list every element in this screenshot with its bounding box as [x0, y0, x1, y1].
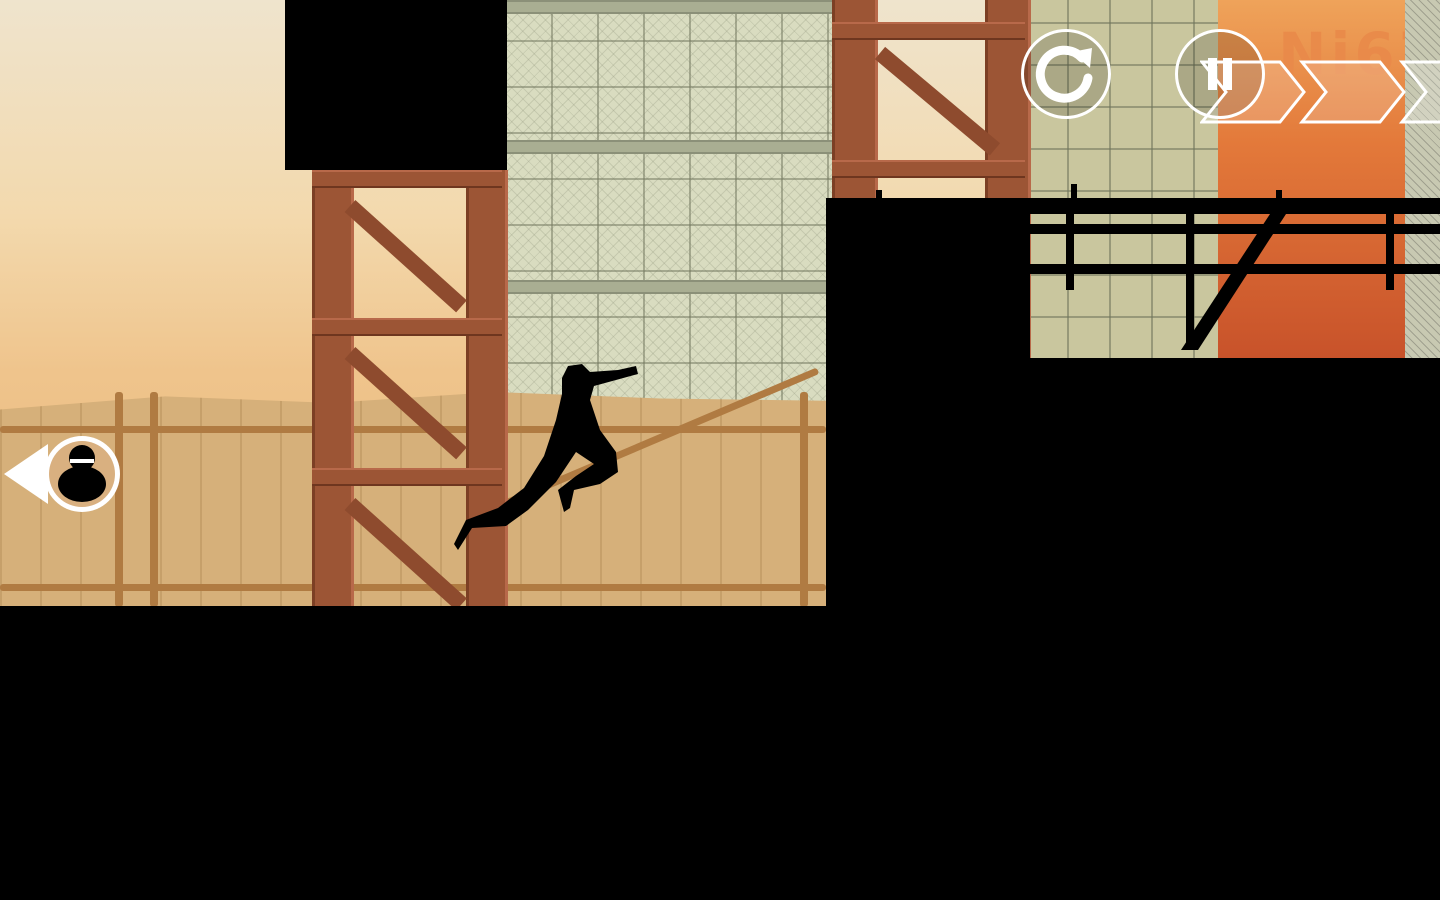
chevron-right-icon	[1298, 60, 1406, 124]
chevron-right-icon	[1200, 60, 1306, 124]
fence-post	[150, 392, 158, 607]
scaffold-bar	[505, 280, 835, 294]
scaffold-bar	[505, 0, 835, 14]
hunter-marker	[4, 436, 120, 512]
girder-crossbar	[832, 160, 1025, 178]
hunter-arrow-icon	[4, 444, 48, 504]
raised-platform	[826, 358, 1440, 618]
game-stage[interactable]: Ni67	[0, 0, 1440, 900]
steel-beam-silhouette	[826, 184, 1440, 350]
player-runner-silhouette	[454, 364, 638, 550]
overhead-block	[285, 0, 507, 170]
fence-rail	[0, 584, 826, 591]
girder-column	[312, 170, 354, 610]
restart-icon	[1035, 45, 1093, 103]
girder-crossbar	[832, 22, 1025, 40]
girder-crossbar	[312, 170, 502, 188]
scaffold-bar	[505, 140, 835, 154]
girder-crossbar	[312, 318, 502, 336]
ground-platform	[0, 606, 1440, 900]
fence-post	[800, 392, 808, 607]
restart-button[interactable]	[1021, 29, 1111, 119]
chevron-right-icon	[1398, 60, 1440, 124]
scaffold-backdrop	[505, 0, 835, 410]
progress-chevrons	[1200, 60, 1440, 124]
